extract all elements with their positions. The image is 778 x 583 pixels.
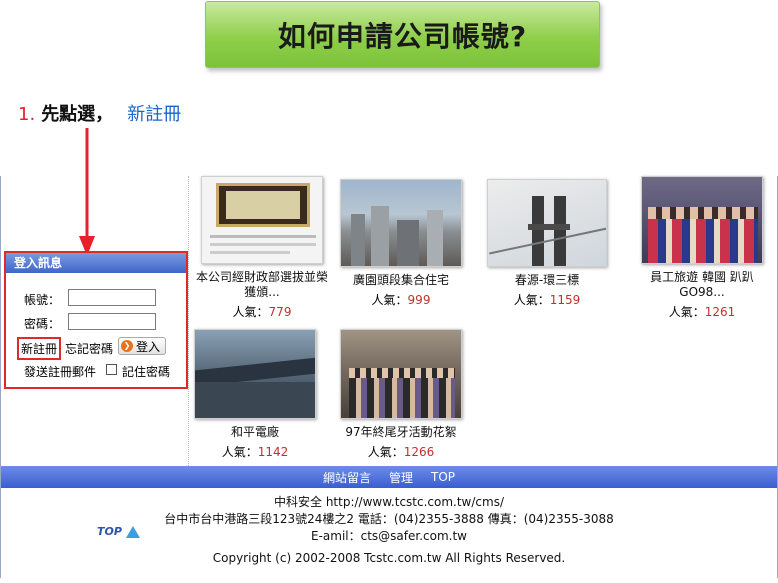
- email-line: E-amil：cts@safer.com.tw: [310, 529, 467, 543]
- photo-thumbnail[interactable]: [340, 329, 462, 419]
- photo-card[interactable]: 97年終尾牙活動花絮 人氣：1266: [337, 329, 465, 460]
- password-input[interactable]: [68, 313, 156, 330]
- left-column: 登入訊息 帳號： 密碼： 新註冊 忘記密碼 ❯ 登入 發送註冊郵件 記住密碼: [1, 176, 189, 466]
- website-frame: 登入訊息 帳號： 密碼： 新註冊 忘記密碼 ❯ 登入 發送註冊郵件 記住密碼 本…: [0, 176, 778, 578]
- step-text: 先點選，: [41, 104, 114, 125]
- login-actions-row: 新註冊 忘記密碼 ❯ 登入: [6, 337, 190, 360]
- photo-card[interactable]: 春源-環三標 人氣：1159: [486, 179, 608, 308]
- copyright: Copyright (c) 2002-2008 Tcstc.com.tw All…: [212, 551, 566, 565]
- photo-caption[interactable]: 員工旅遊 韓國 趴趴GO98...: [638, 270, 766, 300]
- remember-password-checkbox[interactable]: [106, 364, 117, 375]
- password-row: 密碼：: [6, 313, 190, 333]
- popularity-count: 779: [268, 305, 292, 319]
- photo-thumbnail[interactable]: [201, 176, 323, 264]
- step-instruction: 1. 先點選， 新註冊: [18, 100, 181, 126]
- photo-caption[interactable]: 本公司經財政部選拔並榮獲頒...: [195, 270, 329, 300]
- photo-thumbnail[interactable]: [487, 179, 607, 267]
- account-row: 帳號：: [6, 289, 190, 309]
- photo-caption[interactable]: 廣園頭段集合住宅: [337, 273, 465, 288]
- login-header: 登入訊息: [6, 253, 186, 273]
- account-label: 帳號：: [24, 293, 61, 307]
- footer-link-guestbook[interactable]: 網站留言: [323, 469, 371, 486]
- popularity-label: 人氣：: [232, 305, 269, 319]
- popularity-count: 1142: [257, 445, 289, 459]
- popularity: 人氣：1142: [191, 443, 319, 460]
- popularity: 人氣：779: [195, 303, 329, 320]
- popularity-label: 人氣：: [668, 305, 705, 319]
- popularity-label: 人氣：: [367, 445, 404, 459]
- photo-card[interactable]: 員工旅遊 韓國 趴趴GO98... 人氣：1261: [638, 176, 766, 320]
- popularity-label: 人氣：: [371, 293, 408, 307]
- photo-caption[interactable]: 97年終尾牙活動花絮: [337, 425, 465, 440]
- footer-info: 中科安全 http://www.tcstc.com.tw/cms/ 台中市台中港…: [1, 494, 777, 567]
- popularity-count: 1266: [403, 445, 435, 459]
- photo-card[interactable]: 和平電廠 人氣：1142: [191, 329, 319, 460]
- password-label: 密碼：: [24, 317, 61, 331]
- photo-thumbnail[interactable]: [340, 179, 462, 267]
- popularity-label: 人氣：: [513, 293, 550, 307]
- address-line: 台中市台中港路三段123號24樓之2 電話：(04)2355-3888 傳真：(…: [164, 512, 614, 526]
- login-button-label: 登入: [136, 339, 161, 354]
- footer-nav: 網站留言 管理 TOP: [1, 466, 777, 488]
- photo-caption[interactable]: 和平電廠: [191, 425, 319, 440]
- step-number: 1.: [18, 104, 36, 125]
- company-line: 中科安全 http://www.tcstc.com.tw/cms/: [274, 495, 504, 509]
- photo-caption[interactable]: 春源-環三標: [486, 273, 608, 288]
- popularity-label: 人氣：: [221, 445, 258, 459]
- step-register-link: 新註冊: [127, 104, 182, 125]
- login-options-row: 發送註冊郵件 記住密碼: [6, 361, 190, 381]
- photo-card[interactable]: 廣園頭段集合住宅 人氣：999: [337, 179, 465, 308]
- popularity: 人氣：1159: [486, 291, 608, 308]
- photo-card[interactable]: 本公司經財政部選拔並榮獲頒... 人氣：779: [195, 176, 329, 320]
- login-button[interactable]: ❯ 登入: [118, 337, 166, 355]
- footer-link-admin[interactable]: 管理: [389, 469, 413, 486]
- account-input[interactable]: [68, 289, 156, 306]
- popularity: 人氣：1266: [337, 443, 465, 460]
- popularity-count: 1261: [704, 305, 736, 319]
- go-arrow-icon: ❯: [121, 340, 133, 352]
- popularity: 人氣：1261: [638, 303, 766, 320]
- forgot-password-link[interactable]: 忘記密碼: [65, 340, 113, 357]
- popularity: 人氣：999: [337, 291, 465, 308]
- photo-thumbnail[interactable]: [194, 329, 316, 419]
- resend-registration-link[interactable]: 發送註冊郵件: [24, 363, 96, 380]
- register-link[interactable]: 新註冊: [17, 337, 62, 360]
- popularity-count: 999: [407, 293, 431, 307]
- footer-link-top[interactable]: TOP: [431, 470, 455, 484]
- photo-thumbnail[interactable]: [641, 176, 763, 264]
- remember-password-label: 記住密碼: [122, 365, 171, 379]
- popularity-count: 1159: [549, 293, 581, 307]
- login-panel: 登入訊息 帳號： 密碼： 新註冊 忘記密碼 ❯ 登入 發送註冊郵件 記住密碼: [4, 251, 188, 389]
- page-title: 如何申請公司帳號?: [205, 1, 600, 68]
